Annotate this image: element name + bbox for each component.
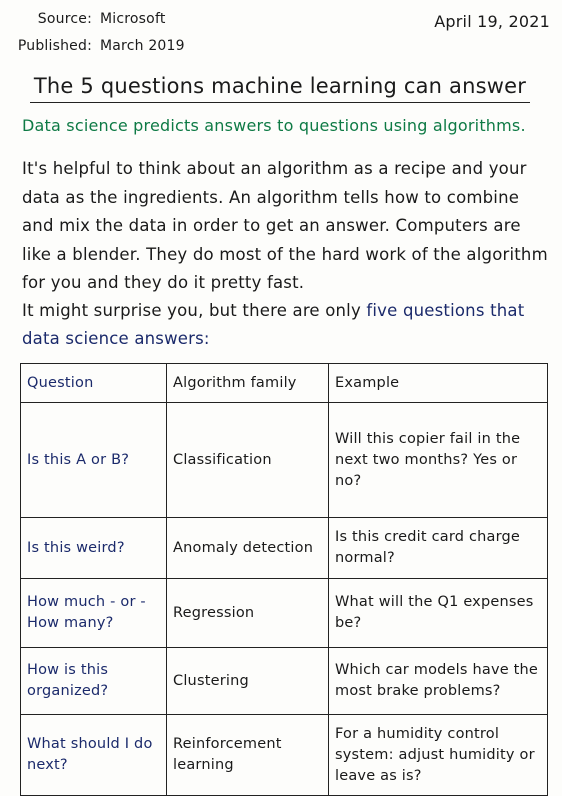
table-row: Is this weird? Anomaly detection Is this… bbox=[20, 517, 548, 579]
source-meta: Source: Microsoft Published: March 2019 bbox=[0, 10, 185, 55]
example-cell: For a humidity control system: adjust hu… bbox=[328, 714, 548, 796]
table-row: How much - or - How many? Regression Wha… bbox=[20, 578, 548, 648]
table-row: Is this A or B? Classification Will this… bbox=[20, 402, 548, 518]
question-cell: Is this weird? bbox=[20, 517, 167, 579]
question-cell: What should I do next? bbox=[20, 714, 167, 796]
table-row: What should I do next? Reinforcement lea… bbox=[20, 714, 548, 796]
question-cell: How much - or - How many? bbox=[20, 578, 167, 648]
source-row: Source: Microsoft bbox=[0, 10, 185, 28]
header-example: Example bbox=[328, 363, 548, 403]
example-cell: What will the Q1 expenses be? bbox=[328, 578, 548, 648]
intro-paragraph-2: It might surprise you, but there are onl… bbox=[22, 297, 552, 353]
question-cell: How is this organized? bbox=[20, 647, 167, 715]
intro-paragraph: It's helpful to think about an algorithm… bbox=[22, 159, 548, 292]
intro-lead: It might surprise you, but there are onl… bbox=[22, 301, 367, 320]
table-header-row: Question Algorithm family Example bbox=[20, 363, 548, 403]
source-value: Microsoft bbox=[100, 11, 166, 27]
subtitle: Data science predicts answers to questio… bbox=[22, 116, 526, 135]
family-cell: Regression bbox=[166, 578, 329, 648]
header-algorithm-family: Algorithm family bbox=[166, 363, 329, 403]
question-cell: Is this A or B? bbox=[20, 402, 167, 518]
family-cell: Reinforcement learning bbox=[166, 714, 329, 796]
example-cell: Which car models have the most brake pro… bbox=[328, 647, 548, 715]
page-title: The 5 questions machine learning can ans… bbox=[30, 72, 530, 103]
family-cell: Classification bbox=[166, 402, 329, 518]
header-question: Question bbox=[20, 363, 167, 403]
source-label: Source: bbox=[37, 11, 92, 27]
family-cell: Anomaly detection bbox=[166, 517, 329, 579]
published-label: Published: bbox=[17, 38, 92, 54]
published-row: Published: March 2019 bbox=[0, 37, 185, 55]
note-date: April 19, 2021 bbox=[434, 12, 550, 31]
questions-table: Question Algorithm family Example Is thi… bbox=[20, 363, 548, 796]
family-cell: Clustering bbox=[166, 647, 329, 715]
table-row: How is this organized? Clustering Which … bbox=[20, 647, 548, 715]
example-cell: Is this credit card charge normal? bbox=[328, 517, 548, 579]
example-cell: Will this copier fail in the next two mo… bbox=[328, 402, 548, 518]
published-value: March 2019 bbox=[100, 38, 185, 54]
